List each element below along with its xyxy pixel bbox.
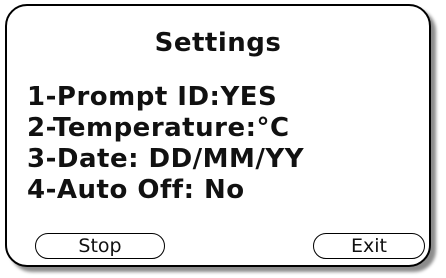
settings-menu: 1-Prompt ID:YES 2-Temperature:°C 3-Date:… <box>27 82 304 206</box>
stop-button[interactable]: Stop <box>35 233 165 259</box>
menu-item-auto-off[interactable]: 4-Auto Off: No <box>27 175 304 206</box>
screen-title: Settings <box>154 28 282 58</box>
menu-item-prompt-id[interactable]: 1-Prompt ID:YES <box>27 82 304 113</box>
menu-item-date[interactable]: 3-Date: DD/MM/YY <box>27 144 304 175</box>
device-screen: Settings 1-Prompt ID:YES 2-Temperature:°… <box>5 4 431 267</box>
menu-item-temperature[interactable]: 2-Temperature:°C <box>27 113 304 144</box>
exit-button[interactable]: Exit <box>313 233 425 259</box>
